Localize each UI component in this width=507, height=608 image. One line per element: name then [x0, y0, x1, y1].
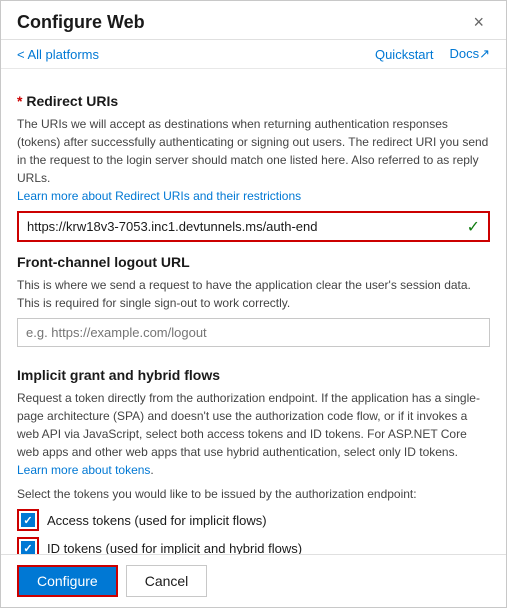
nav-bar: < All platforms Quickstart Docs↗ [1, 40, 506, 69]
dialog-title: Configure Web [17, 12, 145, 33]
configure-button[interactable]: Configure [17, 565, 118, 597]
logout-url-description: This is where we send a request to have … [17, 276, 490, 312]
id-tokens-row: ID tokens (used for implicit and hybrid … [17, 537, 490, 554]
dialog-header: Configure Web × [1, 1, 506, 40]
close-button[interactable]: × [467, 11, 490, 33]
nav-links: Quickstart Docs↗ [375, 46, 490, 62]
cancel-button[interactable]: Cancel [126, 565, 208, 597]
docs-link[interactable]: Docs↗ [449, 46, 490, 62]
logout-url-title: Front-channel logout URL [17, 254, 490, 270]
access-tokens-checkbox[interactable] [21, 513, 35, 527]
required-star: * [17, 93, 22, 109]
redirect-uris-section: * Redirect URIs The URIs we will accept … [17, 93, 490, 242]
id-tokens-label: ID tokens (used for implicit and hybrid … [47, 541, 302, 555]
redirect-uris-title: * Redirect URIs [17, 93, 490, 109]
id-tokens-checkbox[interactable] [21, 541, 35, 554]
access-tokens-label: Access tokens (used for implicit flows) [47, 513, 267, 528]
redirect-uri-input-row: ✓ [17, 211, 490, 242]
learn-more-tokens-link[interactable]: Learn more about tokens [17, 463, 150, 477]
id-tokens-checkbox-container [17, 537, 39, 554]
checkmark-icon: ✓ [459, 217, 488, 237]
access-tokens-checkbox-container [17, 509, 39, 531]
implicit-flows-section: Implicit grant and hybrid flows Request … [17, 367, 490, 554]
all-platforms-link[interactable]: < All platforms [17, 47, 99, 62]
redirect-uris-learn-more[interactable]: Learn more about Redirect URIs and their… [17, 189, 301, 203]
implicit-flows-description: Request a token directly from the author… [17, 389, 490, 479]
dialog-footer: Configure Cancel [1, 554, 506, 607]
content-area: * Redirect URIs The URIs we will accept … [1, 69, 506, 554]
implicit-flows-title: Implicit grant and hybrid flows [17, 367, 490, 383]
redirect-uris-description: The URIs we will accept as destinations … [17, 115, 490, 205]
quickstart-link[interactable]: Quickstart [375, 46, 434, 62]
logout-url-section: Front-channel logout URL This is where w… [17, 254, 490, 359]
access-tokens-row: Access tokens (used for implicit flows) [17, 509, 490, 531]
select-tokens-label: Select the tokens you would like to be i… [17, 487, 490, 501]
logout-url-input[interactable] [17, 318, 490, 347]
redirect-uri-input[interactable] [19, 213, 459, 240]
configure-web-dialog: Configure Web × < All platforms Quicksta… [0, 0, 507, 608]
